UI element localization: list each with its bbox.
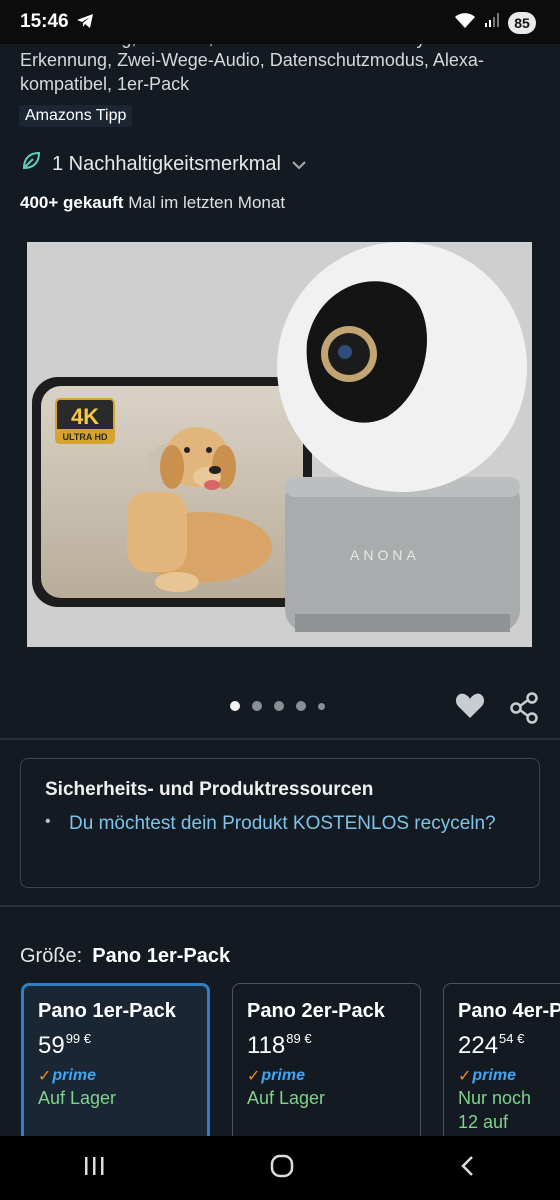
size-selected-value: Pano 1er-Pack <box>92 945 231 967</box>
product-image[interactable]: 4K ULTRA HD ANONA <box>27 242 532 647</box>
chevron-down-icon <box>291 153 307 176</box>
product-title-line-2: Erkennung, Zwei-Wege-Audio, Datenschutzm… <box>20 50 484 70</box>
product-resources-card: Sicherheits- und Produktressourcen • Du … <box>20 758 540 888</box>
share-icon[interactable] <box>509 692 539 729</box>
size-label-row: Größe: Pano 1er-Pack <box>20 945 230 968</box>
resources-list-item: • Du möchtest dein Produkt KOSTENLOS rec… <box>45 811 515 837</box>
telegram-icon <box>76 13 94 34</box>
recycle-link[interactable]: Du möchtest dein Produkt KOSTENLOS recyc… <box>69 811 496 837</box>
status-bar: 15:46 85 <box>0 0 560 44</box>
carousel-dot[interactable] <box>296 701 306 711</box>
recent-apps-icon[interactable] <box>82 1155 106 1182</box>
wifi-icon <box>454 11 476 34</box>
carousel-dot[interactable] <box>230 701 240 711</box>
amazons-tipp-badge: Amazons Tipp <box>19 105 133 127</box>
prime-check-icon: ✓ <box>458 1068 472 1085</box>
carousel-dot[interactable] <box>274 701 284 711</box>
uhd-badge-bottom: ULTRA HD <box>63 432 108 442</box>
size-option-name: Pano 2er-Pack <box>247 1000 385 1022</box>
home-icon[interactable] <box>269 1153 295 1184</box>
sustainability-label: 1 Nachhaltigkeitsmerkmal <box>52 152 281 175</box>
resources-title: Sicherheits- und Produktressourcen <box>45 779 374 800</box>
size-option-price: 11889 € <box>247 1031 312 1059</box>
product-title: Erkennung, Zwei-Wege-Audio, Datenschutzm… <box>20 48 540 96</box>
size-option-price: 5999 € <box>38 1031 92 1059</box>
back-icon[interactable] <box>458 1154 478 1183</box>
wishlist-heart-icon[interactable] <box>455 692 485 725</box>
battery-indicator: 85 <box>508 11 536 34</box>
prime-check-icon: ✓ <box>247 1068 261 1085</box>
bullet: • <box>45 813 51 830</box>
size-option-name: Pano 4er-Pack <box>458 1000 560 1022</box>
size-option-stock: Auf Lager <box>38 1088 117 1108</box>
prime-badge: ✓ prime <box>458 1067 516 1085</box>
carousel-dots[interactable] <box>230 701 325 711</box>
purchase-period: Mal im letzten Monat <box>123 193 286 212</box>
size-option-stock: Auf Lager <box>247 1088 326 1108</box>
sustainability-toggle[interactable]: 1 Nachhaltigkeitsmerkmal <box>20 150 307 178</box>
purchase-count: 400+ gekauft <box>20 193 124 212</box>
status-icons: 85 <box>454 11 536 34</box>
section-divider <box>0 738 560 740</box>
prime-badge: ✓ prime <box>38 1067 96 1085</box>
product-title-line-3: kompatibel, 1er-Pack <box>20 74 190 94</box>
size-option-name: Pano 1er-Pack <box>38 1000 176 1022</box>
size-label: Größe: <box>20 945 83 967</box>
system-nav-bar <box>0 1136 560 1200</box>
prime-badge: ✓ prime <box>247 1067 305 1085</box>
signal-icon <box>484 12 500 33</box>
uhd-badge: 4K ULTRA HD <box>55 398 115 444</box>
carousel-dot[interactable] <box>252 701 262 711</box>
status-time: 15:46 <box>20 11 69 32</box>
uhd-badge-top: 4K <box>71 404 99 429</box>
camera-brand: ANONA <box>350 547 420 563</box>
carousel-dot[interactable] <box>318 702 325 710</box>
size-option-price: 22454 € <box>458 1031 525 1059</box>
prime-check-icon: ✓ <box>38 1068 52 1085</box>
leaf-icon <box>20 150 42 178</box>
purchase-stats: 400+ gekauft Mal im letzten Monat <box>20 193 285 213</box>
section-divider <box>0 905 560 907</box>
